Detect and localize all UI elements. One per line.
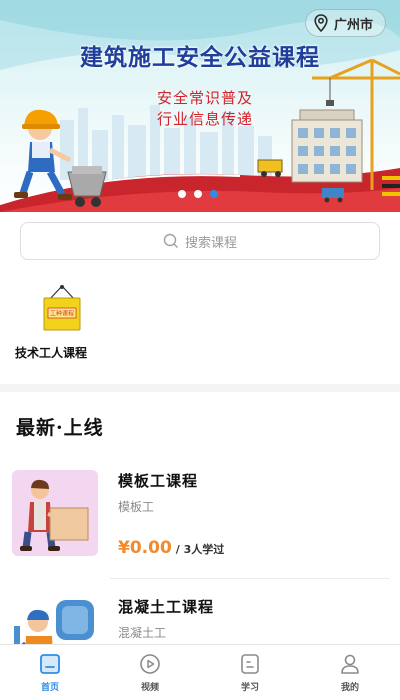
list-divider: [110, 578, 390, 579]
home-icon: [40, 654, 60, 674]
carousel-dot[interactable]: [194, 190, 202, 198]
tab-video[interactable]: 视频: [100, 645, 200, 700]
course-price: ¥0.00: [118, 538, 172, 558]
tab-home[interactable]: 首页: [0, 645, 100, 700]
play-icon: [140, 654, 160, 674]
tab-label: 我的: [340, 683, 359, 693]
carousel-indicators: [178, 190, 218, 198]
location-pin-icon: [314, 14, 328, 32]
tab-mine[interactable]: 我的: [300, 645, 400, 700]
hero-banner-carousel[interactable]: 建筑施工安全公益课程 安全常识普及 行业信息传递 广州市: [0, 0, 400, 212]
banner-subtitle-line2: 行业信息传递: [156, 110, 253, 128]
course-card[interactable]: 模板工课程 模板工 ¥0.00 / 3人学过: [0, 470, 400, 580]
sign-text: 工种课程: [50, 310, 74, 318]
search-placeholder: 搜索课程: [184, 235, 237, 251]
section-divider: [0, 384, 400, 392]
worker-sign-icon: 工种课程: [43, 285, 81, 331]
carousel-dot[interactable]: [178, 190, 186, 198]
course-title: 模板工课程: [118, 472, 199, 490]
carousel-dot-active[interactable]: [210, 190, 218, 198]
bottom-tab-bar: 首页 视频 学习 我的: [0, 644, 400, 700]
location-selector[interactable]: 广州市: [304, 9, 386, 37]
user-icon: [341, 654, 359, 674]
course-thumbnail: [12, 470, 98, 556]
tab-study[interactable]: 学习: [200, 645, 300, 700]
search-input[interactable]: 搜索课程: [20, 222, 380, 260]
course-tag: 模板工: [118, 500, 155, 514]
course-meta: ¥0.00 / 3人学过: [118, 538, 224, 558]
course-tag: 混凝土工: [118, 626, 167, 640]
banner-subtitle-line1: 安全常识普及: [156, 89, 253, 107]
location-label: 广州市: [333, 17, 373, 33]
category-item-technical-workers[interactable]: 工种课程 技术工人课程: [6, 284, 96, 361]
course-learners: / 3人学过: [175, 543, 225, 556]
formwork-worker-illustration: [20, 479, 89, 551]
tab-label: 视频: [140, 683, 159, 693]
banner-title: 建筑施工安全公益课程: [80, 44, 320, 71]
banner-subtitle: 安全常识普及 行业信息传递: [145, 88, 265, 130]
tab-label: 学习: [240, 683, 259, 693]
tab-label: 首页: [40, 683, 59, 693]
section-title: 最新·上线: [16, 417, 104, 439]
document-icon: [241, 654, 259, 674]
search-icon: [163, 233, 178, 248]
category-label: 技术工人课程: [14, 346, 87, 360]
course-title: 混凝土工课程: [118, 598, 215, 616]
